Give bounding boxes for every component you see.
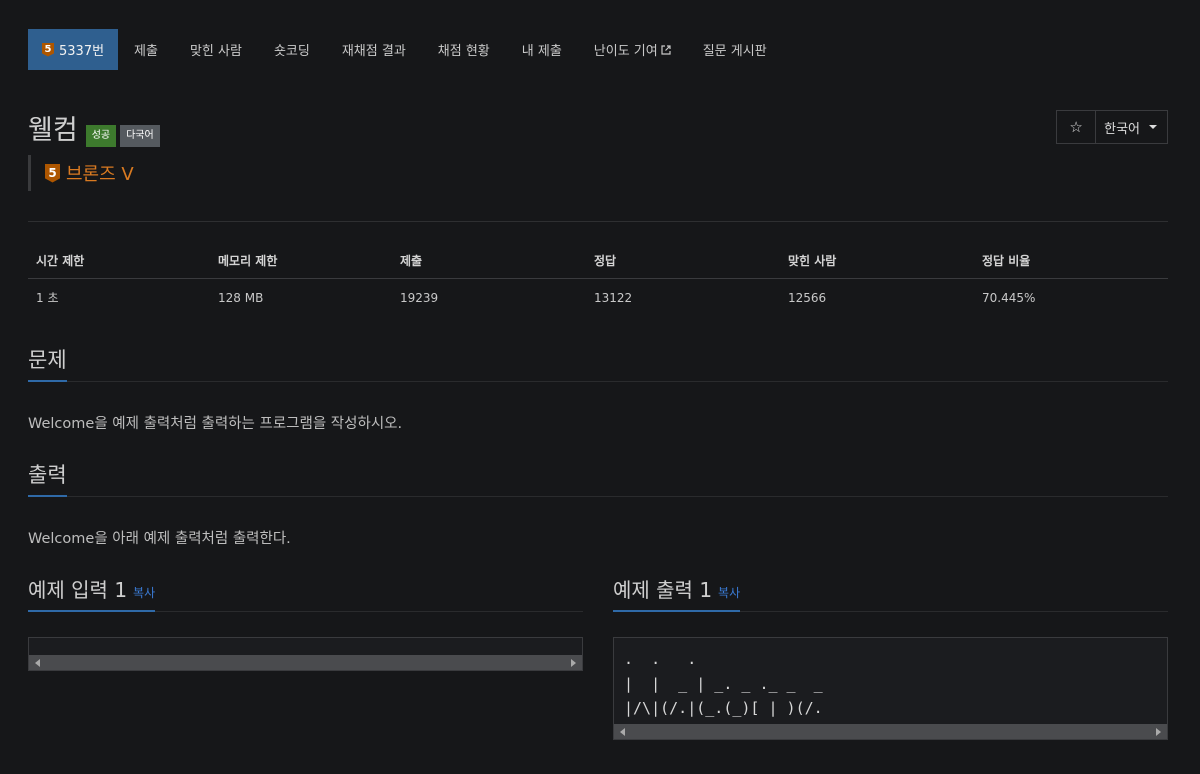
section-divider xyxy=(28,496,1168,497)
sample-output-title: 예제 출력 1 xyxy=(613,578,713,602)
header-solved-users: 맞힌 사람 xyxy=(780,243,974,279)
sample-input-section: 예제 입력 1 복사 xyxy=(28,574,583,671)
nav-my-submissions[interactable]: 내 제출 xyxy=(506,29,578,70)
section-divider xyxy=(28,381,1168,382)
output-heading: 출력 xyxy=(28,459,67,497)
nav-submit[interactable]: 제출 xyxy=(118,29,174,70)
nav-judge-status[interactable]: 채점 현황 xyxy=(422,29,506,70)
nav-rejudge-results[interactable]: 재채점 결과 xyxy=(326,29,422,70)
sample-input-box xyxy=(28,637,583,671)
header-memory-limit: 메모리 제한 xyxy=(210,243,392,279)
solved-users-value: 12566 xyxy=(788,290,827,305)
star-icon: ☆ xyxy=(1069,118,1083,136)
output-description: Welcome을 아래 예제 출력처럼 출력한다. xyxy=(28,531,291,547)
horizontal-scrollbar[interactable] xyxy=(29,655,582,670)
scroll-right-icon[interactable] xyxy=(1156,727,1161,736)
copy-input-button[interactable]: 복사 xyxy=(133,586,155,600)
star-button[interactable]: ☆ xyxy=(1057,111,1097,143)
header-submissions: 제출 xyxy=(392,243,586,279)
problem-actions: ☆ 한국어 xyxy=(1056,110,1168,144)
memory-limit-value: 128 MB xyxy=(218,290,264,305)
nav-problem-number[interactable]: 5 5337번 xyxy=(28,29,119,70)
horizontal-scrollbar[interactable] xyxy=(614,723,1167,739)
sample-output-content: . . . | | _ | _. _ ._ _ _ |/\|(/.|(_.(_)[ … xyxy=(614,638,1167,724)
sample-input-content xyxy=(29,638,582,655)
sample-output-section: 예제 출력 1 복사 . . . | | _ | _. _ ._ _ _ |/\|(/… xyxy=(613,574,1168,740)
sample-input-heading: 예제 입력 1 복사 xyxy=(28,574,156,612)
scroll-right-icon[interactable] xyxy=(571,659,576,667)
output-line: | | _ | _. _ ._ _ _ xyxy=(624,674,823,693)
sample-output-heading: 예제 출력 1 복사 xyxy=(613,574,741,612)
header-time-limit: 시간 제한 xyxy=(28,243,210,279)
output-line: |/\|(/.|(_.(_)[ | )(/. xyxy=(624,699,823,717)
status-badge-success: 성공 xyxy=(85,125,117,147)
time-limit-value: 1 초 xyxy=(36,291,59,305)
problem-section: 문제 Welcome을 예제 출력처럼 출력하는 프로그램을 작성하시오. xyxy=(28,344,1168,433)
problem-title: 웰컴 xyxy=(28,115,78,146)
accepted-value: 13122 xyxy=(594,290,633,305)
table-header-row: 시간 제한 메모리 제한 제출 정답 맞힌 사람 정답 비율 xyxy=(28,243,1168,279)
nav-question-board[interactable]: 질문 게시판 xyxy=(687,29,783,70)
output-section: 출력 Welcome을 아래 예제 출력처럼 출력한다. xyxy=(28,459,1168,548)
scroll-left-icon[interactable] xyxy=(620,727,625,736)
header-accepted: 정답 xyxy=(586,243,780,279)
scroll-left-icon[interactable] xyxy=(35,659,40,667)
submissions-value: 19239 xyxy=(400,290,439,305)
tier-name: 브론즈 V xyxy=(66,164,134,185)
output-line: . . . xyxy=(624,650,697,668)
problem-info-table: 시간 제한 메모리 제한 제출 정답 맞힌 사람 정답 비율 1 초 128 M… xyxy=(28,243,1168,316)
problem-title-row: 웰컴 성공 다국어 xyxy=(28,108,160,147)
sample-output-box: . . . | | _ | _. _ ._ _ _ |/\|(/.|(_.(_)[ … xyxy=(613,637,1168,740)
nav-short-coding[interactable]: 숏코딩 xyxy=(258,29,326,70)
nav-difficulty-contribution[interactable]: 난이도 기여 xyxy=(578,29,687,70)
accept-ratio-value: 70.445% xyxy=(982,290,1036,305)
difficulty-contribution-label: 난이도 기여 xyxy=(593,44,658,59)
sample-input-title: 예제 입력 1 xyxy=(28,578,128,602)
header-accept-ratio: 정답 비율 xyxy=(974,243,1168,279)
problem-tier: 5 브론즈 V xyxy=(28,155,134,191)
bronze-tier-icon: 5 xyxy=(42,42,54,57)
problem-description: Welcome을 예제 출력처럼 출력하는 프로그램을 작성하시오. xyxy=(28,416,403,432)
problem-number-label: 5337번 xyxy=(59,44,105,59)
caret-down-icon xyxy=(1149,125,1157,129)
badge-multilingual: 다국어 xyxy=(120,125,160,147)
problem-menu: 5 5337번 제출 맞힌 사람 숏코딩 재채점 결과 채점 현황 내 제출 난… xyxy=(28,29,783,70)
table-row: 1 초 128 MB 19239 13122 12566 70.445% xyxy=(28,279,1168,317)
bronze-tier-icon: 5 xyxy=(45,163,60,183)
divider xyxy=(28,221,1168,222)
language-dropdown[interactable]: 한국어 xyxy=(1096,111,1167,143)
copy-output-button[interactable]: 복사 xyxy=(718,586,740,600)
problem-heading: 문제 xyxy=(28,344,67,382)
nav-solved-users[interactable]: 맞힌 사람 xyxy=(174,29,258,70)
external-link-icon xyxy=(661,44,671,55)
language-label: 한국어 xyxy=(1104,121,1140,137)
